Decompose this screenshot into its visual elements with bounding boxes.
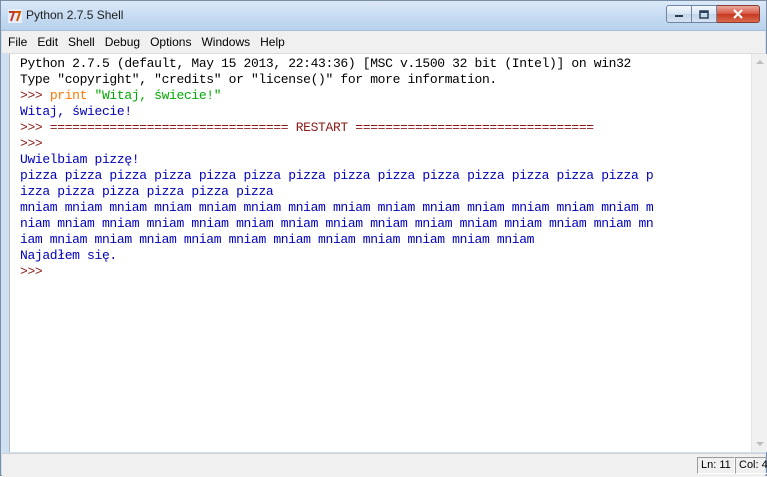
minimize-button[interactable] (666, 5, 692, 23)
command-string: "Witaj, świecie!" (94, 88, 222, 103)
menu-help[interactable]: Help (254, 35, 289, 49)
python-idle-icon (8, 9, 22, 23)
scroll-up-icon[interactable] (756, 60, 764, 64)
banner-line-2: Type "copyright", "credits" or "license(… (20, 72, 497, 87)
output-line: niam mniam mniam mniam mniam mniam mniam… (20, 216, 654, 231)
command-line: >>> print "Witaj, świecie!" (20, 88, 222, 103)
shell-prompt: >>> (20, 88, 43, 103)
window-controls (666, 5, 760, 24)
maximize-icon (699, 9, 709, 19)
close-icon (733, 9, 743, 19)
menu-options[interactable]: Options (144, 35, 195, 49)
output-line: iam mniam mniam mniam mniam mniam mniam … (20, 232, 535, 247)
output-line: izza pizza pizza pizza pizza pizza (20, 184, 274, 199)
window-title: Python 2.7.5 Shell (26, 8, 124, 22)
output-line: mniam mniam mniam mniam mniam mniam mnia… (20, 200, 654, 215)
menu-windows[interactable]: Windows (195, 35, 254, 49)
column-number-indicator: Col: 4 (735, 457, 767, 474)
output-line: Witaj, świecie! (20, 104, 132, 119)
menu-shell[interactable]: Shell (62, 35, 99, 49)
menu-file[interactable]: File (2, 35, 31, 49)
menu-debug[interactable]: Debug (99, 35, 144, 49)
shell-prompt: >>> (20, 136, 43, 151)
title-bar[interactable]: Python 2.7.5 Shell (1, 1, 766, 31)
shell-prompt: >>> (20, 264, 43, 279)
banner-line-1: Python 2.7.5 (default, May 15 2013, 22:4… (20, 56, 632, 71)
close-button[interactable] (717, 5, 760, 23)
maximize-button[interactable] (692, 5, 717, 23)
command-keyword: print (49, 88, 88, 103)
scroll-down-icon[interactable] (756, 442, 764, 446)
idle-shell-window: Python 2.7.5 Shell File Edit Shell Debug… (0, 0, 767, 477)
menu-edit[interactable]: Edit (31, 35, 62, 49)
output-line: Najadłem się. (20, 248, 117, 263)
output-line: Uwielbiam pizzę! (20, 152, 140, 167)
restart-line: >>> ================================ RES… (20, 120, 594, 135)
line-number-indicator: Ln: 11 (697, 457, 735, 474)
vertical-scrollbar[interactable] (751, 54, 767, 452)
output-line: pizza pizza pizza pizza pizza pizza pizz… (20, 168, 654, 183)
status-bar: Ln: 11 Col: 4 (2, 453, 767, 477)
menu-bar: File Edit Shell Debug Options Windows He… (2, 31, 765, 54)
minimize-icon (675, 15, 683, 17)
shell-text-area[interactable]: Python 2.7.5 (default, May 15 2013, 22:4… (9, 54, 752, 452)
